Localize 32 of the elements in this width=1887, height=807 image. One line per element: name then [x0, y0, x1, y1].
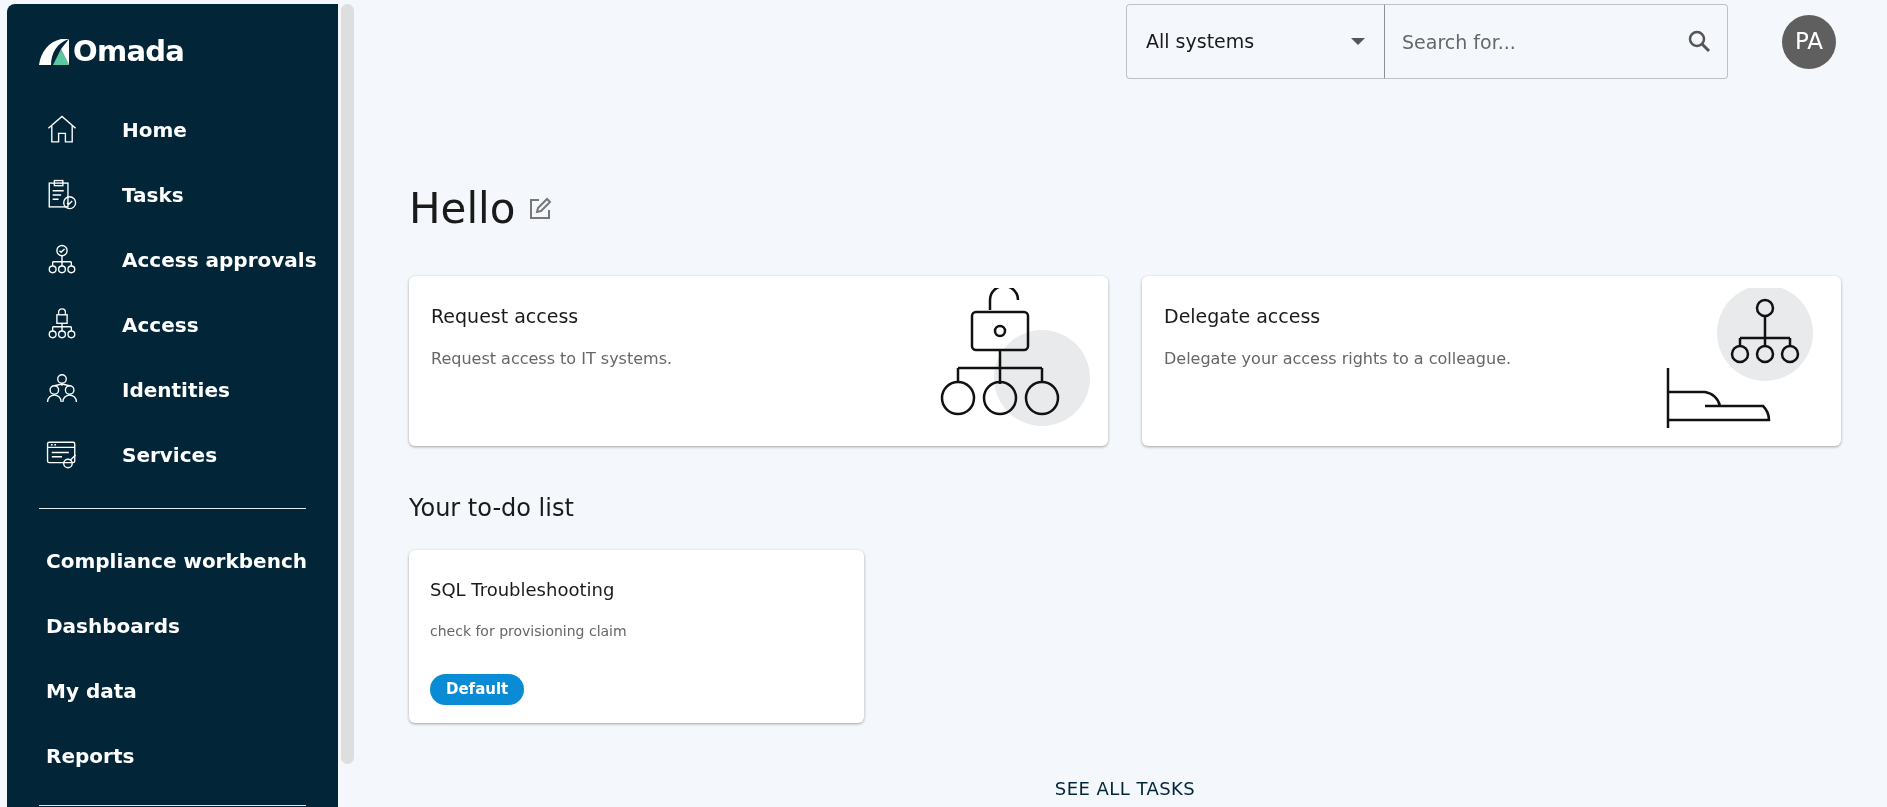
task-card[interactable]: SQL Troubleshooting check for provisioning claim Default: [409, 550, 864, 723]
search-field[interactable]: Search for...: [1384, 4, 1728, 79]
action-card[interactable]: Request access Request access to IT systems.: [409, 276, 1108, 446]
card-title: Request access: [431, 304, 580, 329]
nav-item[interactable]: My data: [7, 658, 338, 724]
search-icon[interactable]: [1687, 29, 1711, 53]
action-card[interactable]: Delegate access Delegate your access rights to a colleague.: [1142, 276, 1841, 446]
caret-icon: [1351, 37, 1365, 46]
nav-item[interactable]: Access approvals: [7, 227, 338, 293]
user-avatar[interactable]: PA: [1782, 14, 1836, 69]
nav-item[interactable]: Home: [7, 97, 338, 163]
nav-item[interactable]: Access: [7, 292, 338, 358]
nav-item[interactable]: Services: [7, 422, 338, 488]
task-title: SQL Troubleshooting: [430, 578, 615, 602]
scrollbar[interactable]: [341, 4, 354, 764]
logo-text: Omada: [73, 33, 185, 70]
nav-item[interactable]: Tasks: [7, 162, 338, 228]
logo-icon: [39, 38, 69, 65]
greeting-heading: Hello: [409, 183, 516, 235]
card-description: Delegate your access rights to a colleague.: [1164, 347, 1513, 370]
nav-item[interactable]: Dashboards: [7, 593, 338, 659]
section-heading: Your to-do list: [409, 493, 575, 524]
system-dropdown[interactable]: All systems: [1126, 4, 1384, 79]
card-description: Request access to IT systems.: [431, 347, 674, 370]
edit-icon[interactable]: [527, 195, 554, 222]
task-tag: Default: [430, 674, 525, 705]
card-title: Delegate access: [1164, 304, 1322, 329]
see-all-tasks-link[interactable]: SEE ALL TASKS: [1054, 775, 1196, 802]
nav-item[interactable]: Reports: [7, 723, 338, 789]
task-description: check for provisioning claim: [430, 622, 627, 641]
nav-item[interactable]: Compliance workbench: [7, 528, 338, 594]
nav-item[interactable]: Identities: [7, 357, 338, 423]
